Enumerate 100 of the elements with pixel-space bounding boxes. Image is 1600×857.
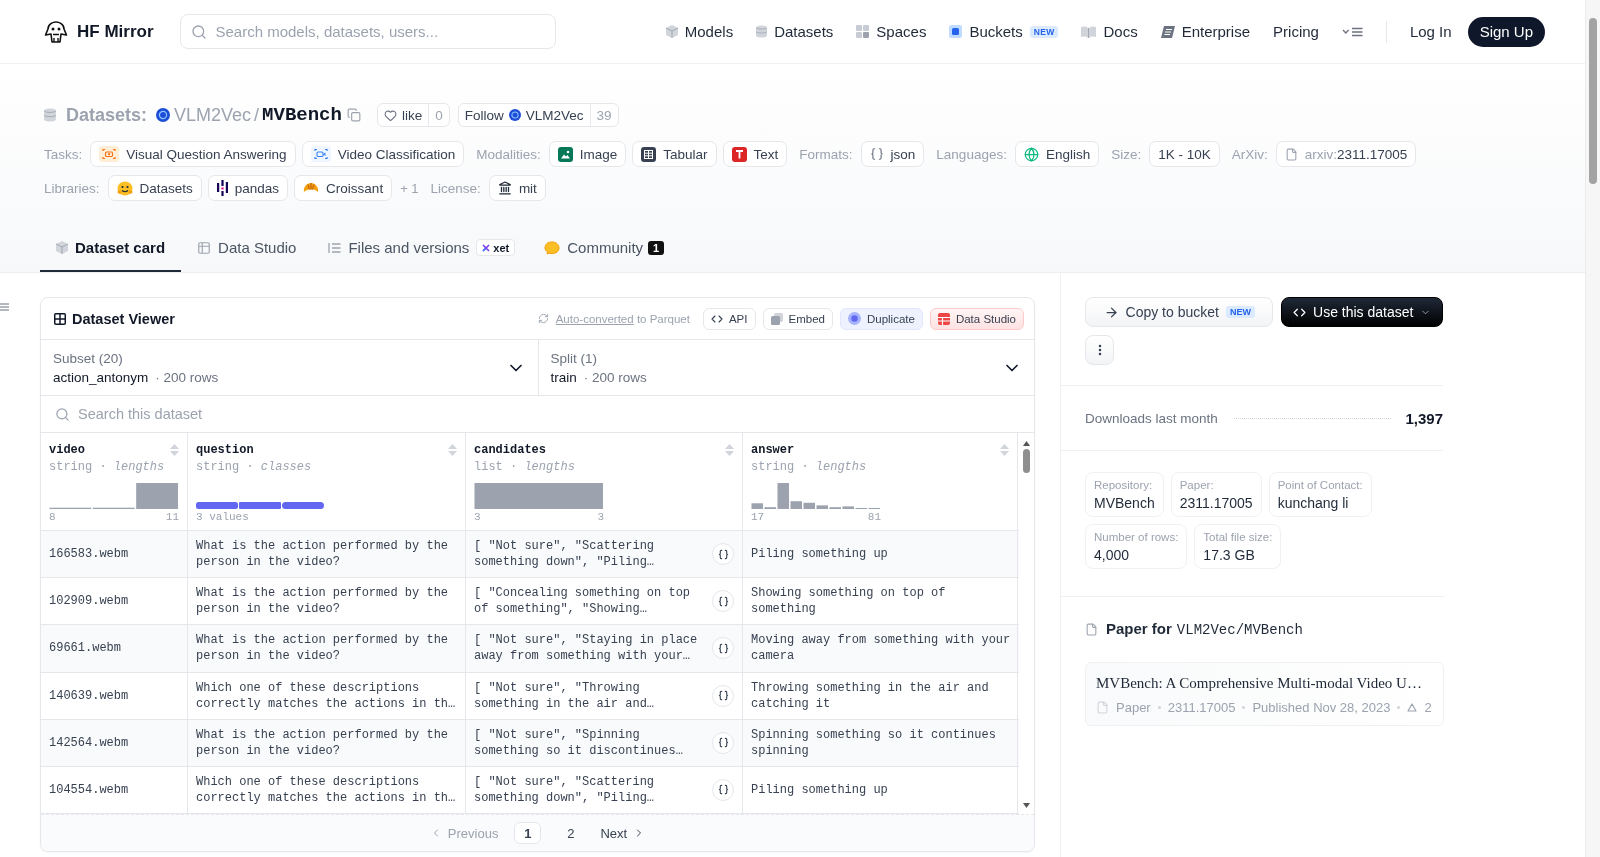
viewer-action-button[interactable]: Data Studio xyxy=(929,307,1024,330)
table-cell: 142564.webm xyxy=(49,734,129,751)
smiley-icon xyxy=(116,180,133,196)
org-avatar-icon xyxy=(508,109,521,121)
tag-chip[interactable]: arxiv:2311.17005 xyxy=(1275,141,1417,167)
paper-id: 2311.17005 xyxy=(1167,699,1236,715)
tab[interactable]: Data Studio xyxy=(181,223,313,272)
tag-chip[interactable]: English xyxy=(1014,141,1100,167)
paper-date: Published Nov 28, 2023 xyxy=(1252,699,1391,715)
nav-link[interactable]: Spaces xyxy=(856,23,927,40)
menu-icon[interactable] xyxy=(1341,26,1363,37)
slanted-tile-icon xyxy=(1160,25,1175,38)
search-field[interactable]: Search models, datasets, users... xyxy=(179,14,556,49)
bank-icon xyxy=(497,181,512,195)
copy-to-bucket-button[interactable]: Copy to bucket NEW xyxy=(1085,297,1274,327)
json-view-button[interactable] xyxy=(712,684,734,707)
table-cell-text: [ "Not sure", "Spinning something so it discontinues… xyxy=(474,726,684,759)
scroll-up-arrow-icon[interactable] xyxy=(1023,441,1030,446)
tag-group-label: License: xyxy=(430,180,481,196)
info-label: Number of rows: xyxy=(1094,530,1179,545)
nav-link[interactable]: Pricing xyxy=(1273,23,1319,40)
braces-icon xyxy=(717,548,729,560)
follow-button[interactable]: Follow VLM2Vec 39 xyxy=(457,103,619,127)
paper-type: Paper xyxy=(1116,699,1151,715)
use-dataset-button[interactable]: Use this dataset xyxy=(1281,297,1443,327)
like-button[interactable]: like 0 xyxy=(376,103,450,127)
tag-chip[interactable]: Text xyxy=(722,141,788,167)
table-cell: 104554.webm xyxy=(49,781,129,798)
json-view-button[interactable] xyxy=(712,543,734,566)
json-view-button[interactable] xyxy=(712,637,734,660)
croissant-icon xyxy=(303,181,320,195)
log-in-link[interactable]: Log In xyxy=(1409,23,1452,40)
table-cell: 166583.webm xyxy=(49,546,129,563)
scrollbar-thumb[interactable] xyxy=(1023,449,1030,473)
page-button[interactable]: 2 xyxy=(557,822,585,844)
dataset-search-field[interactable]: Search this dataset xyxy=(78,400,1020,428)
tag-chip[interactable]: 1K - 10K xyxy=(1149,141,1220,167)
paper-heading: Paper for VLM2Vec/MVBench xyxy=(1106,620,1303,638)
column-type: string · classes xyxy=(196,459,312,475)
search-icon xyxy=(55,406,70,422)
table-cell: 102909.webm xyxy=(49,593,129,610)
tab[interactable]: Dataset card xyxy=(40,223,182,272)
tag-chip[interactable]: Croissant xyxy=(294,175,393,201)
range-max: 81 xyxy=(867,511,881,523)
json-view-button[interactable] xyxy=(712,731,734,754)
dropdown-select[interactable]: Split (1) train · 200 rows xyxy=(537,340,1034,395)
braces-icon xyxy=(717,784,729,796)
globe-icon xyxy=(1023,146,1039,162)
database-icon xyxy=(756,25,768,38)
page-button[interactable]: 1 xyxy=(514,822,542,844)
info-value: 4,000 xyxy=(1094,546,1131,565)
table-cell-text: Throwing something in the air and catching it xyxy=(751,679,990,712)
concentric-circle-icon xyxy=(847,312,861,325)
scroll-down-arrow-icon[interactable] xyxy=(1023,803,1030,808)
nav-link[interactable]: Buckets xyxy=(949,23,1023,40)
tag-group-label: Tasks: xyxy=(44,146,83,162)
braces-icon xyxy=(717,690,729,702)
table-cell: 140639.webm xyxy=(49,687,129,704)
tag-chip[interactable]: Image xyxy=(548,141,627,167)
copy-icon[interactable] xyxy=(346,108,361,122)
logo-icon[interactable] xyxy=(44,20,68,43)
tab[interactable]: Files and versions xyxy=(312,223,486,272)
viewer-action-button[interactable]: Duplicate xyxy=(839,307,923,330)
info-label: Point of Contact: xyxy=(1277,478,1363,493)
tag-chip[interactable]: mit xyxy=(488,175,546,201)
paper-card[interactable]: MVBench: A Comprehensive Multi-modal Video U… Paper 2311.17005 Published Nov 28, 2023 2 xyxy=(1085,662,1444,726)
table-grid-icon xyxy=(54,312,66,325)
json-view-button[interactable] xyxy=(712,778,734,801)
tag-chip[interactable]: pandas xyxy=(207,175,289,201)
path-separator: / xyxy=(254,104,260,126)
viewer-action-button[interactable]: API xyxy=(702,307,756,330)
tag-group-label: Languages: xyxy=(936,146,1007,162)
tag-chip[interactable]: json xyxy=(860,141,925,167)
page-scrollbar[interactable] xyxy=(1585,0,1600,857)
nav-link[interactable]: Models xyxy=(665,23,734,40)
nav-link[interactable]: Enterprise xyxy=(1160,23,1251,40)
cube-icon xyxy=(665,25,678,38)
brand-link[interactable]: HF Mirror xyxy=(44,20,154,43)
tag-chip[interactable]: Visual Question Answering xyxy=(90,141,296,167)
braces-icon xyxy=(717,595,729,607)
next-page-link[interactable]: Next xyxy=(600,825,646,841)
info-value: kunchang li xyxy=(1277,494,1350,513)
json-view-button[interactable] xyxy=(712,590,734,613)
downloads-label: Downloads last month xyxy=(1085,410,1218,426)
repo-name: MVBench xyxy=(262,104,342,126)
dot-separator-icon xyxy=(1157,705,1161,709)
document-icon xyxy=(1085,622,1098,636)
tag-chip[interactable]: Video Classification xyxy=(301,141,465,167)
tag-chip[interactable]: Tabular xyxy=(632,141,717,167)
xet-label: xet xyxy=(493,241,510,254)
tag-group-label: ArXiv: xyxy=(1231,146,1268,162)
letter-tile-icon xyxy=(731,146,747,162)
nav-link[interactable]: Datasets xyxy=(756,23,834,40)
tag-chip[interactable]: Datasets xyxy=(107,175,202,201)
cross-sparkle-icon xyxy=(482,243,491,252)
viewer-action-button[interactable]: Embed xyxy=(762,307,833,330)
table-cell-text: [ "Not sure", "Scattering something down", "Piling… xyxy=(474,773,656,806)
heart-icon xyxy=(383,108,397,122)
nav-link[interactable]: Docs xyxy=(1081,23,1138,40)
sign-up-button[interactable]: Sign Up xyxy=(1467,16,1545,47)
